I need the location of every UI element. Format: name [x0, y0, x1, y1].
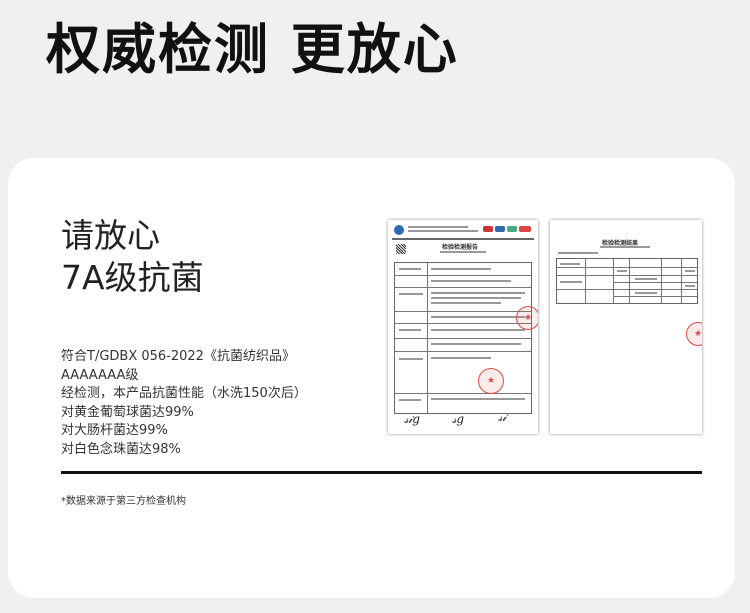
- qr-code-icon: [396, 244, 406, 254]
- source-footnote: *数据来源于第三方检查机构: [61, 496, 186, 507]
- result-table: [556, 258, 698, 304]
- spec-line: 对黄金葡萄球菌达99%: [61, 404, 194, 420]
- institute-logo-icon: [394, 225, 404, 235]
- spec-line: 经检测，本产品抗菌性能（水洗150次后）: [61, 386, 307, 401]
- official-seal-icon: [686, 322, 702, 346]
- spec-line: 对大肠杆菌达99%: [61, 423, 168, 438]
- card-title-line1: 请放心: [61, 216, 160, 255]
- signature-image: 𝓈𝒾𝑔: [404, 412, 420, 426]
- official-seal-icon: [516, 306, 538, 330]
- report-table: [394, 262, 532, 414]
- divider-line: [61, 471, 702, 474]
- spec-list: 符合T/GDBX 056-2022《抗菌纺织品》 AAAAAAA级 经检测，本产…: [61, 348, 307, 459]
- signature-image: 𝓈𝑔: [452, 412, 465, 426]
- official-seal-icon: [478, 368, 504, 394]
- spec-line: 符合T/GDBX 056-2022《抗菌纺织品》: [61, 349, 295, 364]
- signature-image: 𝓈𝒾: [498, 410, 507, 424]
- test-report-image: 检验检测报告 𝓈�: [388, 220, 538, 434]
- spec-line: AAAAAAA级: [61, 367, 139, 383]
- page-headline: 权威检测 更放心: [46, 18, 459, 81]
- card-title-line2: 7A级抗菌: [61, 258, 204, 297]
- spec-line: 对白色念珠菌达98%: [61, 441, 181, 457]
- info-card: 请放心 7A级抗菌 符合T/GDBX 056-2022《抗菌纺织品》 AAAAA…: [8, 158, 735, 598]
- report-title: 检验检测报告: [442, 244, 479, 251]
- test-result-image: 检验检测结果: [550, 220, 702, 434]
